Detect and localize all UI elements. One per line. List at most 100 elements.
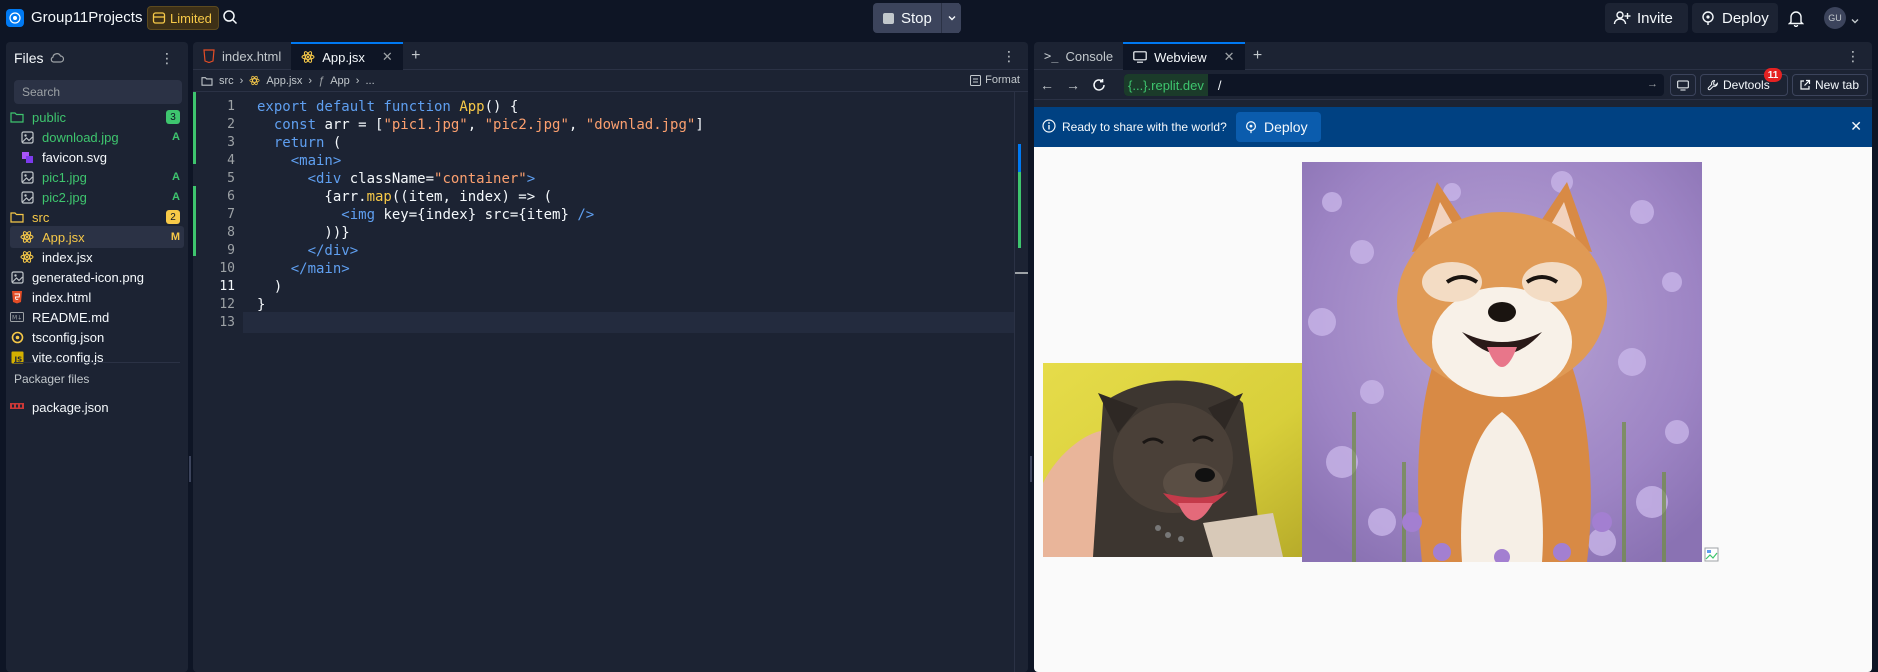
kebab-menu-icon[interactable]: ⋮ bbox=[160, 50, 174, 67]
address-input[interactable]: {...}.replit.dev / → bbox=[1124, 74, 1664, 96]
breadcrumb-item[interactable]: App bbox=[330, 75, 350, 87]
tree-file-app-jsx[interactable]: App.jsx M bbox=[10, 226, 184, 248]
html-file-icon bbox=[203, 49, 215, 63]
tab-console[interactable]: >_ Console bbox=[1034, 42, 1123, 70]
deploy-icon bbox=[1246, 121, 1256, 134]
kebab-menu-icon[interactable]: ⋮ bbox=[1002, 48, 1016, 65]
tree-file-download-jpg[interactable]: download.jpg A bbox=[10, 126, 184, 148]
tree-file-package-json[interactable]: package.json bbox=[10, 396, 184, 418]
files-resize-handle[interactable] bbox=[189, 456, 191, 482]
tab-app-jsx[interactable]: App.jsx ✕ bbox=[291, 42, 403, 70]
project-title[interactable]: Group11Projects bbox=[31, 9, 142, 26]
change-count-badge: 2 bbox=[166, 210, 180, 224]
external-link-icon bbox=[1800, 79, 1811, 90]
deploy-label: Deploy bbox=[1722, 9, 1769, 27]
close-tab-icon[interactable]: ✕ bbox=[382, 49, 393, 65]
stop-label: Stop bbox=[901, 9, 932, 27]
format-button[interactable]: Format bbox=[970, 74, 1020, 86]
line-number: 13 bbox=[219, 315, 235, 330]
line-number: 11 bbox=[219, 279, 235, 294]
breadcrumb-item[interactable]: ... bbox=[365, 75, 374, 87]
deploy-button[interactable]: Deploy bbox=[1692, 3, 1778, 33]
editor-tabs: index.html App.jsx ✕ + bbox=[193, 42, 1028, 70]
code-line: 13 bbox=[193, 312, 1013, 333]
chevron-right-icon: › bbox=[239, 74, 244, 87]
svg-file-icon bbox=[20, 150, 34, 164]
folder-icon bbox=[201, 76, 213, 86]
tree-folder-src[interactable]: src 2 bbox=[10, 206, 184, 228]
tree-file-pic1-jpg[interactable]: pic1.jpg A bbox=[10, 166, 184, 188]
shiba-photo-image bbox=[1302, 162, 1702, 562]
go-arrow-icon[interactable]: → bbox=[1647, 78, 1658, 90]
files-title: Files bbox=[14, 50, 44, 66]
tree-file-vite-config-js[interactable]: JS vite.config.js bbox=[10, 346, 184, 368]
invite-button[interactable]: Invite bbox=[1605, 3, 1688, 33]
packager-files-heading: Packager files bbox=[14, 372, 90, 386]
tree-label: pic1.jpg bbox=[42, 169, 87, 185]
tab-index-html[interactable]: index.html bbox=[193, 42, 291, 70]
deploy-icon bbox=[1702, 11, 1714, 25]
tree-folder-public[interactable]: public 3 bbox=[10, 106, 184, 128]
npm-icon bbox=[10, 400, 24, 414]
tree-file-index-jsx[interactable]: index.jsx bbox=[10, 246, 184, 268]
new-tab-label: New tab bbox=[1815, 78, 1860, 92]
tree-file-pic2-jpg[interactable]: pic2.jpg A bbox=[10, 186, 184, 208]
image-file-icon bbox=[20, 130, 34, 144]
tree-file-generated-icon-png[interactable]: generated-icon.png bbox=[10, 266, 184, 288]
function-icon: ƒ bbox=[318, 74, 325, 87]
files-panel: Files ⋮ Search public 3 download.jpg A f… bbox=[6, 42, 188, 672]
git-status-badge: M bbox=[170, 231, 180, 243]
chevron-down-icon[interactable] bbox=[1850, 13, 1860, 29]
tree-file-index-html[interactable]: index.html bbox=[10, 286, 184, 308]
scroll-marker bbox=[1018, 144, 1021, 172]
editor-scrollbar[interactable] bbox=[1014, 92, 1028, 672]
run-options-dropdown[interactable] bbox=[941, 3, 961, 33]
close-tab-icon[interactable]: ✕ bbox=[1224, 49, 1235, 65]
add-tab-button[interactable]: + bbox=[403, 42, 429, 70]
format-label: Format bbox=[985, 74, 1020, 86]
line-number: 12 bbox=[219, 297, 235, 312]
tree-label: tsconfig.json bbox=[32, 329, 105, 345]
plan-badge[interactable]: Limited bbox=[147, 6, 219, 30]
forward-arrow-icon[interactable]: → bbox=[1060, 77, 1086, 93]
tree-label: index.html bbox=[32, 289, 92, 305]
rendered-image-pic2 bbox=[1302, 162, 1702, 562]
add-tab-button[interactable]: + bbox=[1245, 42, 1271, 70]
editor-resize-handle[interactable] bbox=[1030, 456, 1032, 482]
plan-label: Limited bbox=[170, 10, 212, 26]
notifications-bell-icon[interactable] bbox=[1787, 9, 1805, 30]
code-editor[interactable]: 1 export default function App() { 2 const… bbox=[193, 92, 1028, 672]
url-bar: ← → {...}.replit.dev / → Devtools 11 New… bbox=[1034, 68, 1872, 100]
scroll-thumb[interactable] bbox=[1015, 272, 1028, 274]
banner-deploy-label: Deploy bbox=[1264, 119, 1308, 135]
tree-file-readme-md[interactable]: M↓ README.md bbox=[10, 306, 184, 328]
user-avatar[interactable]: GU bbox=[1824, 7, 1846, 29]
react-icon bbox=[20, 250, 34, 264]
tree-file-tsconfig-json[interactable]: tsconfig.json bbox=[10, 326, 184, 348]
tree-file-favicon-svg[interactable]: favicon.svg bbox=[10, 146, 184, 168]
monitor-icon bbox=[1133, 51, 1147, 63]
back-arrow-icon[interactable]: ← bbox=[1034, 77, 1060, 93]
search-icon[interactable] bbox=[222, 9, 238, 28]
breadcrumb-item[interactable]: src bbox=[219, 75, 234, 87]
broken-image-icon bbox=[1704, 547, 1720, 563]
stop-icon bbox=[883, 12, 894, 24]
banner-deploy-button[interactable]: Deploy bbox=[1236, 112, 1321, 142]
close-banner-icon[interactable]: ✕ bbox=[1850, 118, 1862, 135]
project-logo-icon[interactable] bbox=[6, 9, 24, 27]
reload-icon[interactable] bbox=[1086, 78, 1112, 92]
breadcrumb-item[interactable]: App.jsx bbox=[266, 75, 302, 87]
kebab-menu-icon[interactable]: ⋮ bbox=[1846, 48, 1860, 65]
image-file-icon bbox=[20, 170, 34, 184]
file-search-input[interactable]: Search bbox=[14, 80, 182, 104]
new-tab-button[interactable]: New tab bbox=[1792, 74, 1868, 96]
dog-photo-image bbox=[1043, 363, 1303, 557]
devtools-label: Devtools bbox=[1723, 78, 1770, 92]
device-preview-button[interactable] bbox=[1670, 74, 1696, 96]
chevron-down-icon bbox=[948, 16, 955, 21]
cloud-sync-icon bbox=[50, 53, 64, 63]
invite-label: Invite bbox=[1637, 9, 1673, 27]
tab-label: Webview bbox=[1154, 49, 1207, 65]
tree-label: download.jpg bbox=[42, 129, 119, 145]
tab-webview[interactable]: Webview ✕ bbox=[1123, 42, 1245, 70]
